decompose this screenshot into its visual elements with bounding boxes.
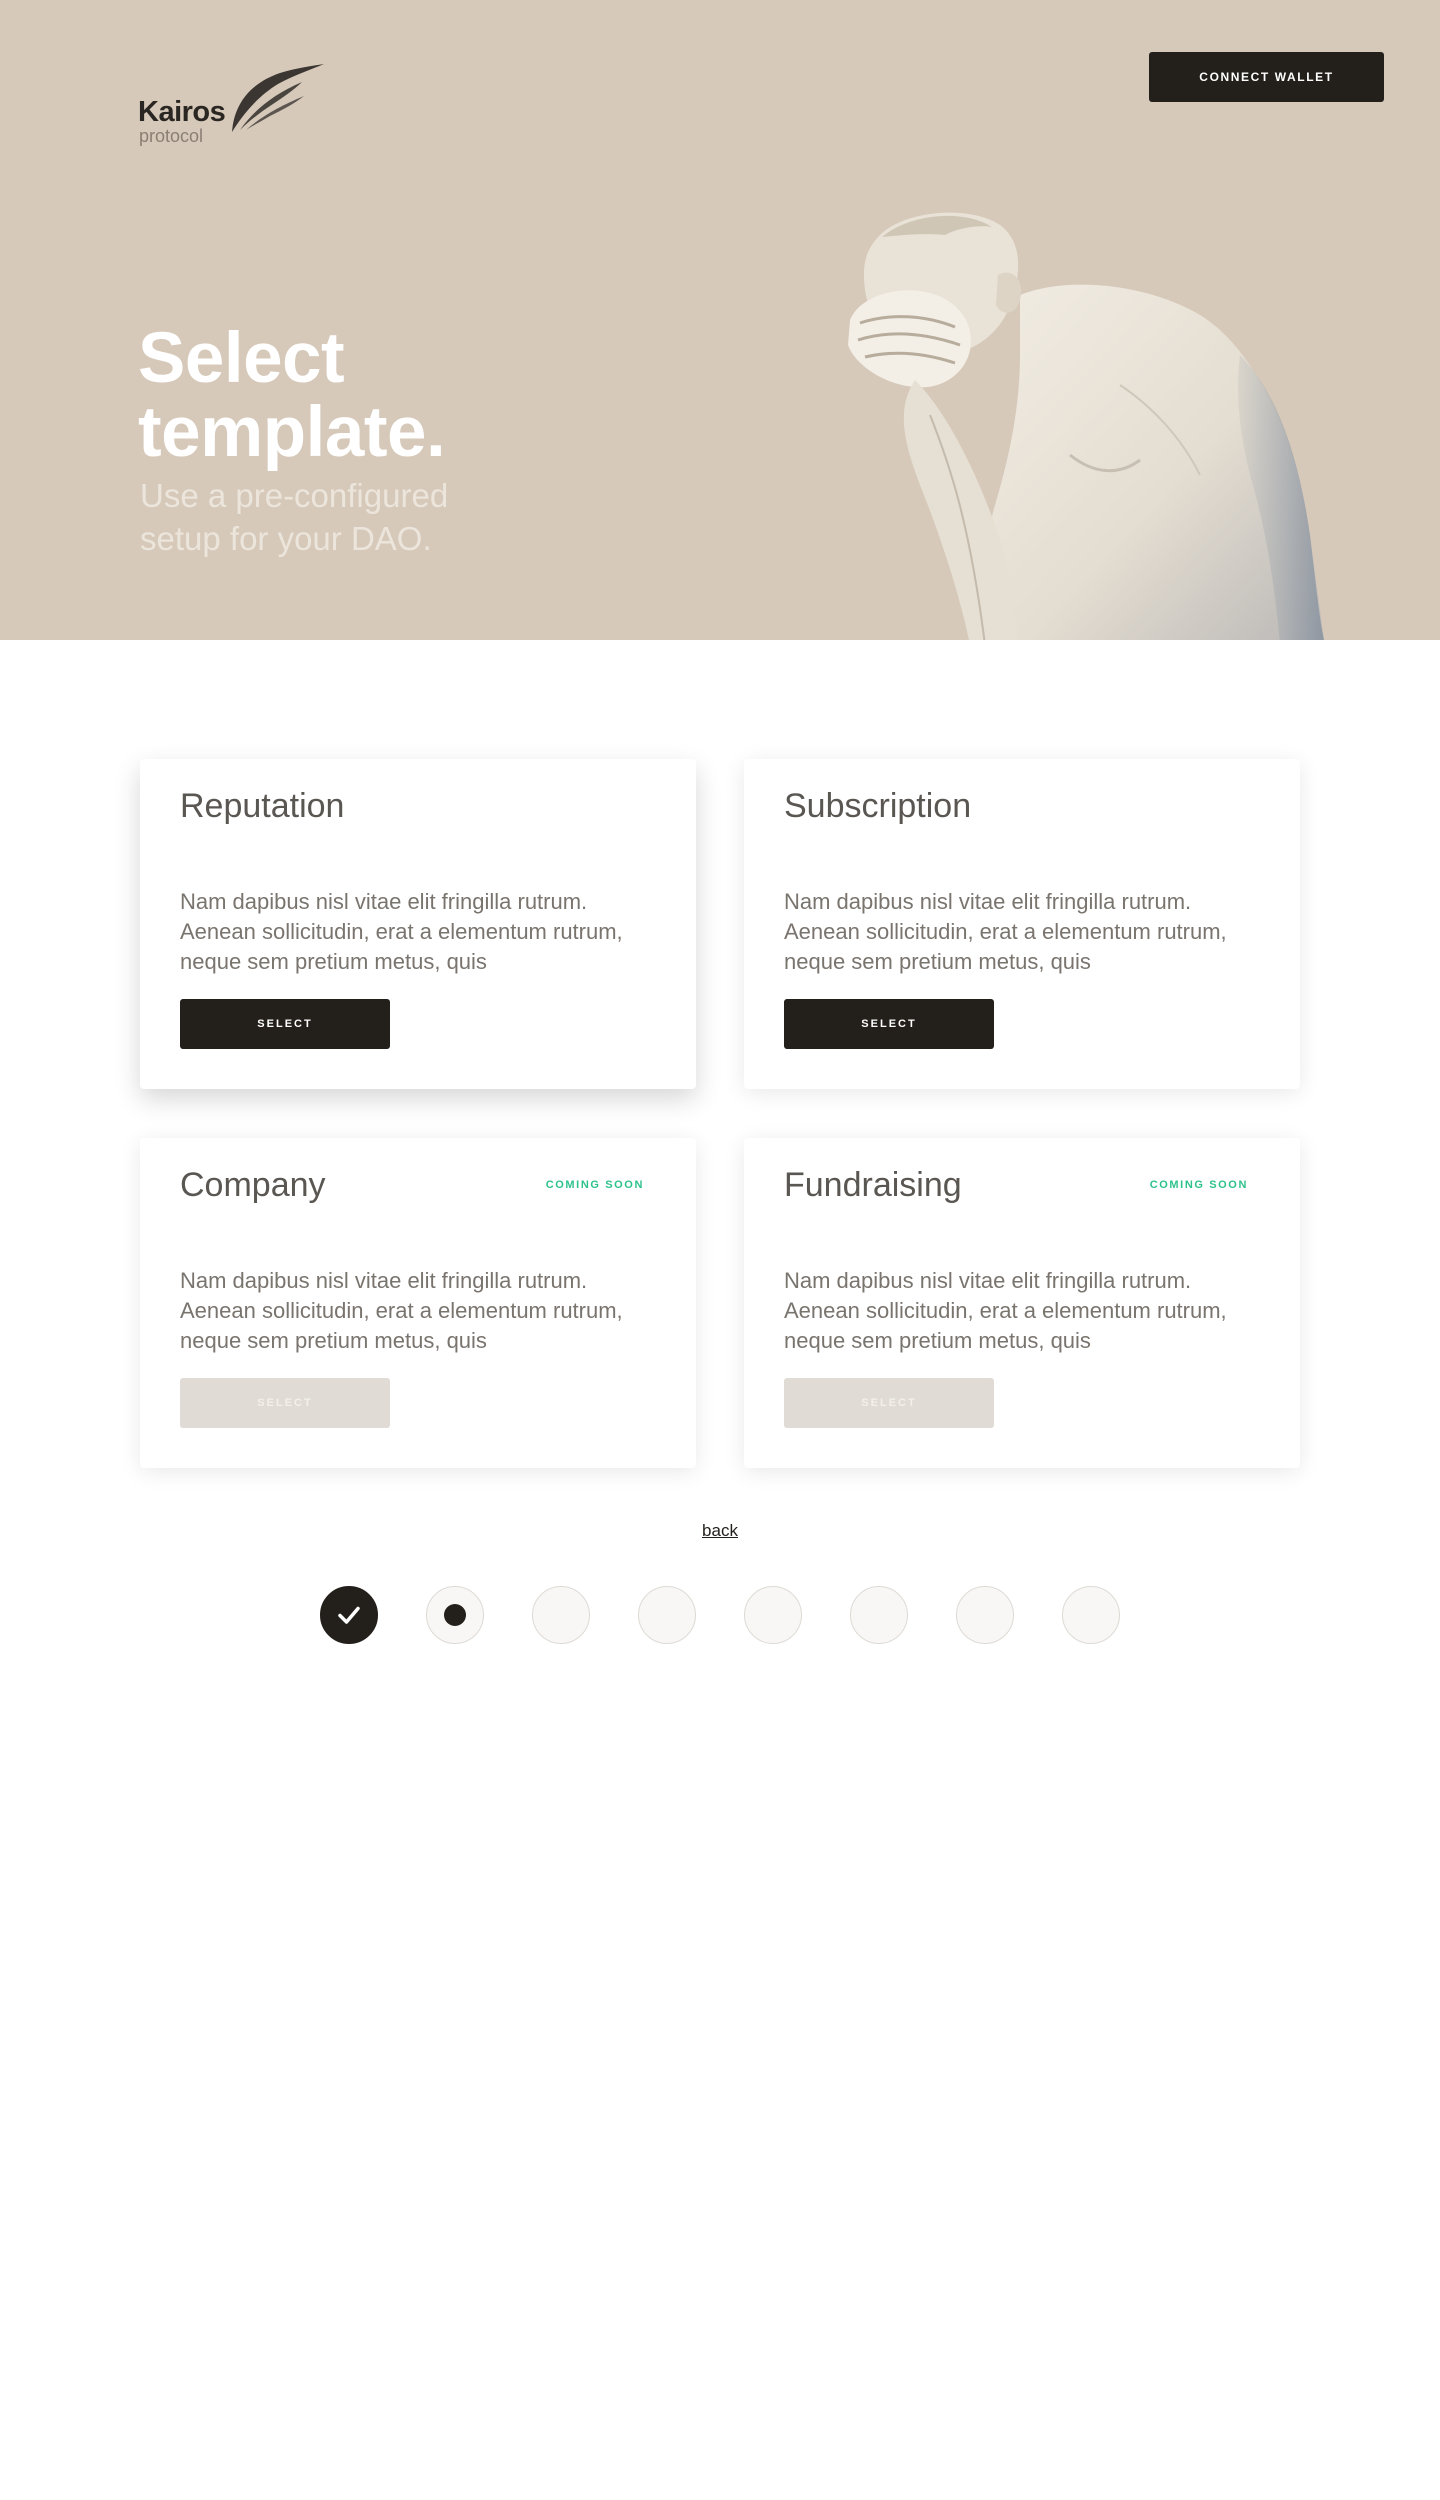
card-title: Fundraising xyxy=(784,1166,962,1204)
page-subtitle: Use a pre-configured setup for your DAO. xyxy=(140,477,449,557)
kairos-logo[interactable]: Kairos protocol xyxy=(138,64,338,154)
select-reputation-button[interactable]: SELECT xyxy=(180,999,390,1049)
card-description: Nam dapibus nisl vitae elit fringilla ru… xyxy=(784,1268,1227,1353)
logo-subtitle: protocol xyxy=(139,126,204,146)
back-link[interactable]: back xyxy=(702,1521,738,1540)
step-1-completed[interactable] xyxy=(320,1586,378,1644)
select-company-button: SELECT xyxy=(180,1378,390,1428)
card-title: Subscription xyxy=(784,787,972,825)
card-description: Nam dapibus nisl vitae elit fringilla ru… xyxy=(180,889,623,974)
card-description: Nam dapibus nisl vitae elit fringilla ru… xyxy=(784,889,1227,974)
template-card-company: Company COMING SOON Nam dapibus nisl vit… xyxy=(140,1138,696,1468)
wing-logo-icon xyxy=(232,64,324,132)
card-description: Nam dapibus nisl vitae elit fringilla ru… xyxy=(180,1268,623,1353)
step-5 xyxy=(744,1586,802,1644)
back-link-row: back xyxy=(0,1521,1440,1541)
select-subscription-button[interactable]: SELECT xyxy=(784,999,994,1049)
card-title: Company xyxy=(180,1166,326,1204)
template-card-subscription[interactable]: Subscription Nam dapibus nisl vitae elit… xyxy=(744,759,1300,1089)
step-3 xyxy=(532,1586,590,1644)
connect-wallet-button[interactable]: CONNECT WALLET xyxy=(1149,52,1384,102)
step-7 xyxy=(956,1586,1014,1644)
step-8 xyxy=(1062,1586,1120,1644)
statue-illustration xyxy=(848,212,1325,640)
step-2-current[interactable] xyxy=(426,1586,484,1644)
coming-soon-badge: COMING SOON xyxy=(1149,1179,1248,1191)
current-step-dot xyxy=(444,1604,466,1626)
template-card-reputation[interactable]: Reputation Nam dapibus nisl vitae elit f… xyxy=(140,759,696,1089)
step-4 xyxy=(638,1586,696,1644)
hero-banner: Kairos protocol CONNECT WALLET Select te… xyxy=(0,0,1440,640)
coming-soon-badge: COMING SOON xyxy=(545,1179,644,1191)
step-6 xyxy=(850,1586,908,1644)
checkmark-icon xyxy=(338,1606,360,1624)
card-title: Reputation xyxy=(180,787,345,825)
page-title: Select template. xyxy=(138,319,446,472)
template-card-fundraising: Fundraising COMING SOON Nam dapibus nisl… xyxy=(744,1138,1300,1468)
select-fundraising-button: SELECT xyxy=(784,1378,994,1428)
logo-wordmark: Kairos xyxy=(138,96,226,128)
